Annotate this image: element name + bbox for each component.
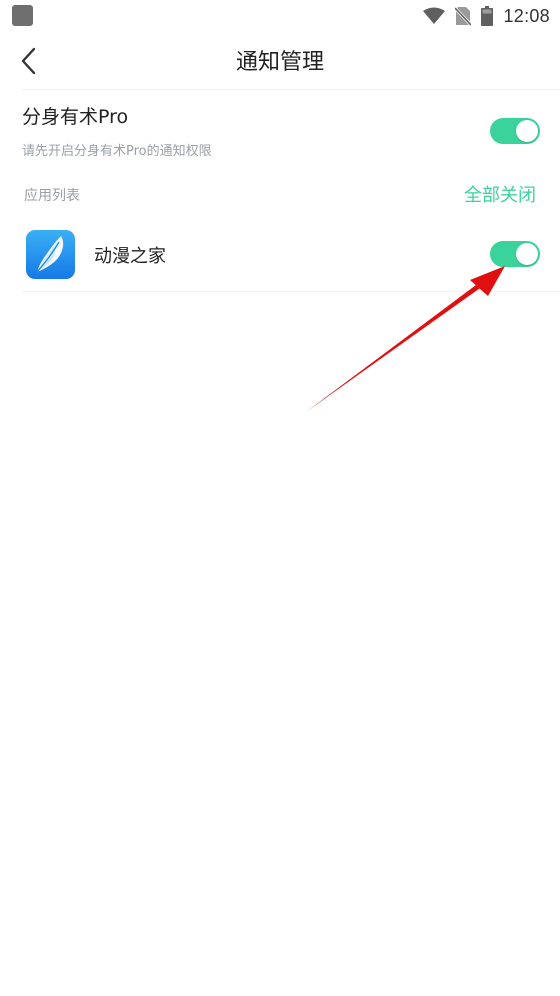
- master-title: 分身有术Pro: [22, 106, 129, 128]
- app-notification-toggle[interactable]: [490, 241, 540, 267]
- no-sim-icon: [455, 6, 472, 26]
- app-name: 动漫之家: [94, 246, 166, 267]
- status-bar: 12:08: [0, 0, 560, 32]
- toggle-knob: [516, 243, 538, 265]
- list-item: 动漫之家: [0, 220, 560, 292]
- wifi-icon: [423, 7, 446, 24]
- status-time: 12:08: [503, 5, 550, 26]
- header-divider: [22, 89, 560, 90]
- toggle-knob: [516, 120, 538, 142]
- master-notification-toggle[interactable]: [490, 118, 540, 144]
- battery-icon: [481, 6, 494, 26]
- notification-square-icon: [12, 5, 33, 26]
- screen: 12:08 通知管理 分身有术Pro 请先开启分身有术Pro的通知权限 应用列表…: [0, 0, 560, 996]
- close-all-button[interactable]: 全部关闭: [464, 181, 536, 207]
- status-icons: 12:08: [423, 4, 550, 28]
- app-list-label: 应用列表: [24, 188, 80, 204]
- feather-app-icon: [26, 230, 75, 279]
- app-list-header: 应用列表 全部关闭: [0, 176, 560, 212]
- app-row-divider: [22, 291, 560, 292]
- page-title: 通知管理: [235, 50, 324, 75]
- master-notification-row: 分身有术Pro 请先开启分身有术Pro的通知权限: [0, 92, 560, 168]
- master-subtitle: 请先开启分身有术Pro的通知权限: [22, 144, 212, 159]
- header: 通知管理: [0, 32, 560, 90]
